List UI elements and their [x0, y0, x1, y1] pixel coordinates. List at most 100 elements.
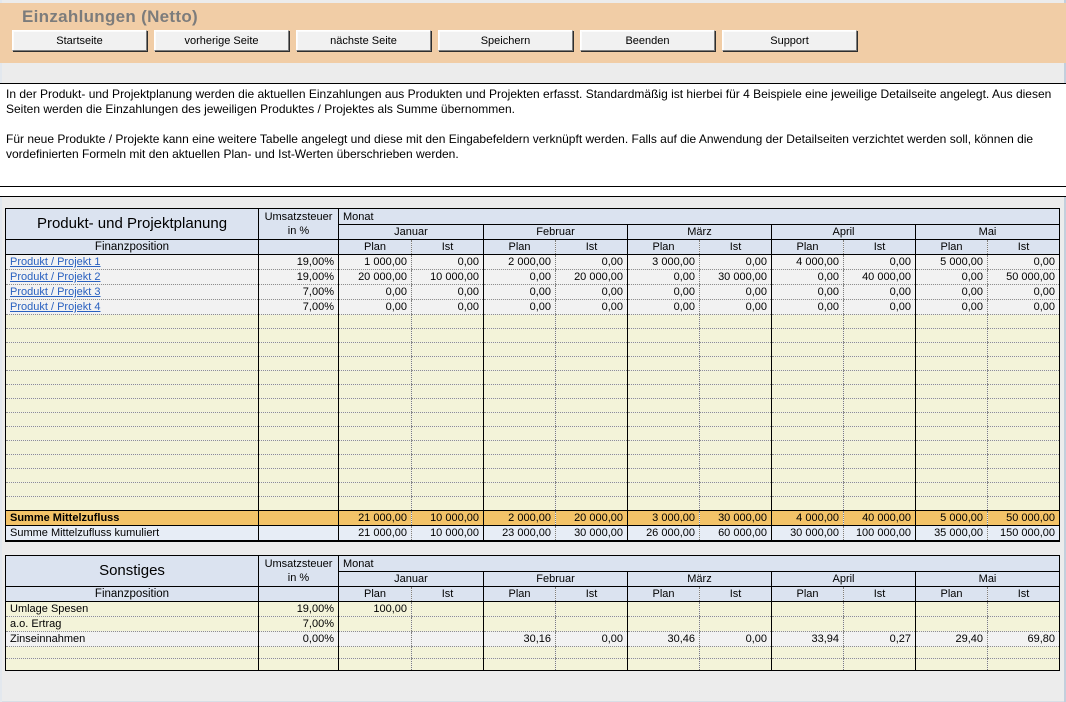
ist-value-cell[interactable] — [988, 343, 1060, 357]
ist-value-cell[interactable] — [412, 469, 484, 483]
plan-value-cell[interactable] — [339, 483, 412, 497]
ist-value-cell[interactable] — [844, 483, 916, 497]
ist-value-cell[interactable] — [412, 455, 484, 469]
ist-value-cell[interactable] — [556, 315, 628, 329]
ist-value-cell[interactable] — [412, 315, 484, 329]
plan-value-cell[interactable]: 0,00 — [916, 285, 988, 300]
project-link[interactable]: Produkt / Projekt 3 — [10, 286, 101, 298]
ist-value-cell[interactable] — [844, 659, 916, 671]
plan-value-cell[interactable] — [772, 617, 844, 632]
plan-value-cell[interactable]: 29,40 — [916, 632, 988, 647]
plan-value-cell[interactable] — [484, 497, 556, 511]
plan-value-cell[interactable] — [628, 659, 700, 671]
plan-value-cell[interactable] — [916, 497, 988, 511]
plan-value-cell[interactable] — [484, 343, 556, 357]
ist-value-cell[interactable] — [988, 455, 1060, 469]
plan-value-cell[interactable] — [772, 385, 844, 399]
empty-name-cell[interactable] — [6, 455, 259, 469]
ist-value-cell[interactable] — [412, 427, 484, 441]
plan-value-cell[interactable] — [484, 659, 556, 671]
plan-value-cell[interactable] — [772, 371, 844, 385]
plan-value-cell[interactable] — [628, 647, 700, 659]
ist-value-cell[interactable] — [556, 343, 628, 357]
ist-value-cell[interactable] — [844, 497, 916, 511]
ist-value-cell[interactable]: 69,80 — [988, 632, 1060, 647]
plan-value-cell[interactable]: 20 000,00 — [339, 270, 412, 285]
plan-value-cell[interactable] — [484, 413, 556, 427]
empty-name-cell[interactable] — [6, 659, 259, 671]
empty-vat-cell[interactable] — [259, 647, 339, 659]
empty-vat-cell[interactable] — [259, 413, 339, 427]
ist-value-cell[interactable] — [700, 455, 772, 469]
plan-value-cell[interactable] — [916, 617, 988, 632]
plan-value-cell[interactable] — [628, 427, 700, 441]
ist-value-cell[interactable]: 40 000,00 — [844, 270, 916, 285]
empty-vat-cell[interactable] — [259, 427, 339, 441]
vat-value-cell[interactable]: 7,00% — [259, 617, 339, 632]
ist-value-cell[interactable] — [700, 469, 772, 483]
ist-value-cell[interactable] — [988, 385, 1060, 399]
plan-value-cell[interactable] — [772, 659, 844, 671]
empty-vat-cell[interactable] — [259, 469, 339, 483]
ist-value-cell[interactable] — [412, 632, 484, 647]
plan-value-cell[interactable] — [772, 399, 844, 413]
ist-value-cell[interactable]: 0,27 — [844, 632, 916, 647]
plan-value-cell[interactable]: 30,16 — [484, 632, 556, 647]
plan-value-cell[interactable]: 0,00 — [628, 270, 700, 285]
plan-value-cell[interactable] — [772, 602, 844, 617]
ist-value-cell[interactable] — [700, 385, 772, 399]
ist-value-cell[interactable] — [844, 441, 916, 455]
plan-value-cell[interactable] — [339, 617, 412, 632]
ist-value-cell[interactable] — [700, 343, 772, 357]
plan-value-cell[interactable]: 0,00 — [772, 270, 844, 285]
ist-value-cell[interactable] — [844, 385, 916, 399]
ist-value-cell[interactable] — [556, 357, 628, 371]
plan-value-cell[interactable]: 33,94 — [772, 632, 844, 647]
plan-value-cell[interactable]: 0,00 — [339, 300, 412, 315]
project-link[interactable]: Produkt / Projekt 2 — [10, 271, 101, 283]
ist-value-cell[interactable] — [988, 315, 1060, 329]
ist-value-cell[interactable] — [700, 413, 772, 427]
plan-value-cell[interactable] — [484, 371, 556, 385]
empty-vat-cell[interactable] — [259, 455, 339, 469]
ist-value-cell[interactable]: 0,00 — [844, 255, 916, 270]
ist-value-cell[interactable] — [412, 483, 484, 497]
ist-value-cell[interactable] — [412, 399, 484, 413]
plan-value-cell[interactable] — [628, 469, 700, 483]
plan-value-cell[interactable]: 0,00 — [916, 300, 988, 315]
plan-value-cell[interactable] — [484, 483, 556, 497]
plan-value-cell[interactable] — [339, 385, 412, 399]
ist-value-cell[interactable]: 0,00 — [412, 255, 484, 270]
vat-value-cell[interactable]: 19,00% — [259, 602, 339, 617]
ist-value-cell[interactable] — [844, 315, 916, 329]
plan-value-cell[interactable]: 2 000,00 — [484, 255, 556, 270]
plan-value-cell[interactable] — [339, 632, 412, 647]
ist-value-cell[interactable] — [844, 329, 916, 343]
ist-value-cell[interactable] — [556, 483, 628, 497]
ist-value-cell[interactable] — [412, 617, 484, 632]
empty-name-cell[interactable] — [6, 427, 259, 441]
plan-value-cell[interactable] — [484, 399, 556, 413]
plan-value-cell[interactable]: 0,00 — [484, 285, 556, 300]
plan-value-cell[interactable] — [916, 483, 988, 497]
ist-value-cell[interactable] — [412, 371, 484, 385]
vorherige-seite-button[interactable]: vorherige Seite — [154, 30, 289, 51]
plan-value-cell[interactable] — [916, 385, 988, 399]
ist-value-cell[interactable] — [412, 413, 484, 427]
ist-value-cell[interactable]: 0,00 — [556, 255, 628, 270]
ist-value-cell[interactable] — [556, 329, 628, 343]
plan-value-cell[interactable]: 0,00 — [484, 270, 556, 285]
ist-value-cell[interactable] — [556, 413, 628, 427]
ist-value-cell[interactable] — [412, 329, 484, 343]
plan-value-cell[interactable] — [339, 399, 412, 413]
plan-value-cell[interactable] — [916, 659, 988, 671]
plan-value-cell[interactable] — [628, 617, 700, 632]
ist-value-cell[interactable] — [412, 602, 484, 617]
empty-vat-cell[interactable] — [259, 399, 339, 413]
plan-value-cell[interactable] — [772, 483, 844, 497]
plan-value-cell[interactable] — [339, 315, 412, 329]
vat-value-cell[interactable]: 7,00% — [259, 285, 339, 300]
plan-value-cell[interactable]: 0,00 — [628, 285, 700, 300]
ist-value-cell[interactable] — [556, 617, 628, 632]
ist-value-cell[interactable] — [700, 399, 772, 413]
